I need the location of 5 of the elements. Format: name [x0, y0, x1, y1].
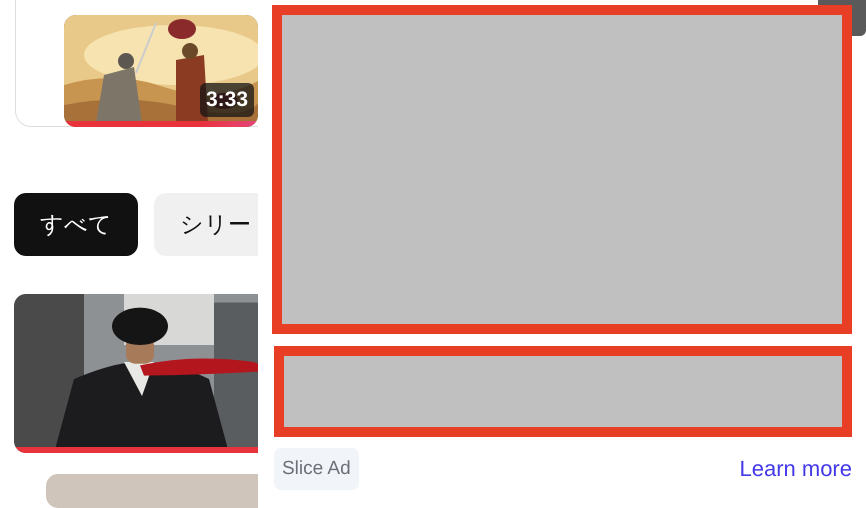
learn-more-link[interactable]: Learn more: [739, 456, 852, 482]
filter-chip[interactable]: シリー: [154, 193, 258, 256]
filter-chip[interactable]: すべて: [14, 193, 138, 256]
duration-badge: 3:33: [200, 83, 254, 117]
ad-label: Slice Ad: [274, 448, 359, 490]
